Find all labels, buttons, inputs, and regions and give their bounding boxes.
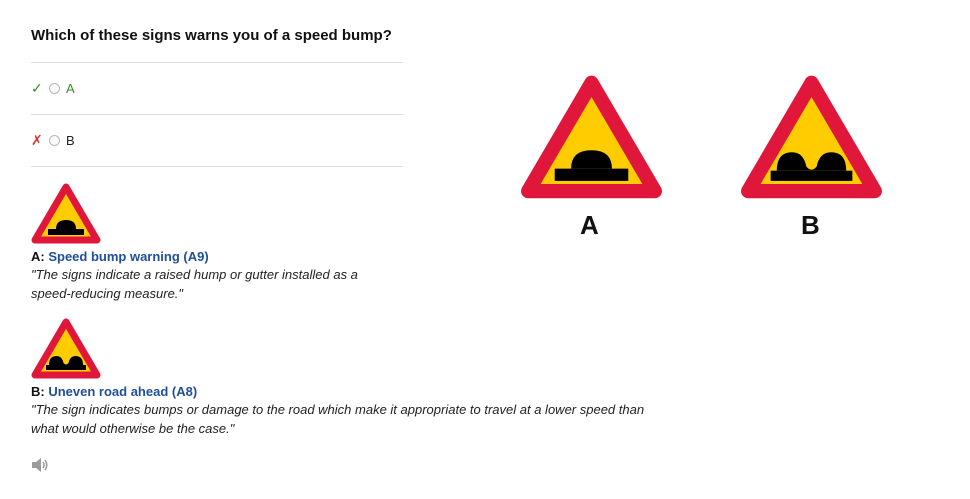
explanation-b-key: B: <box>31 384 45 399</box>
uneven-road-sign-icon <box>31 318 101 379</box>
sign-b-label: B <box>801 210 820 240</box>
speed-bump-warning-sign-icon <box>31 183 101 244</box>
option-b[interactable]: ✗ B <box>31 115 403 167</box>
sign-a-image <box>521 75 662 199</box>
option-a-label: A <box>66 81 75 96</box>
sign-a-label: A <box>580 210 599 240</box>
incorrect-cross-icon: ✗ <box>31 132 43 148</box>
explanation-a-name[interactable]: Speed bump warning (A9) <box>48 249 208 264</box>
explanation-a: A: Speed bump warning (A9) "The signs in… <box>31 183 391 303</box>
option-a[interactable]: ✓ A <box>31 63 403 115</box>
option-b-label: B <box>66 133 75 148</box>
explanation-b-name[interactable]: Uneven road ahead (A8) <box>48 384 197 399</box>
explanation-a-quote: "The signs indicate a raised hump or gut… <box>31 267 358 301</box>
explanation-b: B: Uneven road ahead (A8) "The sign indi… <box>31 318 651 438</box>
radio-button-b[interactable] <box>49 135 60 146</box>
answer-options: ✓ A ✗ B <box>31 62 403 167</box>
speaker-icon[interactable] <box>31 457 49 473</box>
sign-b-image <box>741 75 882 199</box>
correct-check-icon: ✓ <box>31 80 43 96</box>
radio-button-a[interactable] <box>49 83 60 94</box>
explanation-b-quote: "The sign indicates bumps or damage to t… <box>31 402 645 436</box>
question-text: Which of these signs warns you of a spee… <box>31 27 392 44</box>
explanation-a-key: A: <box>31 249 45 264</box>
